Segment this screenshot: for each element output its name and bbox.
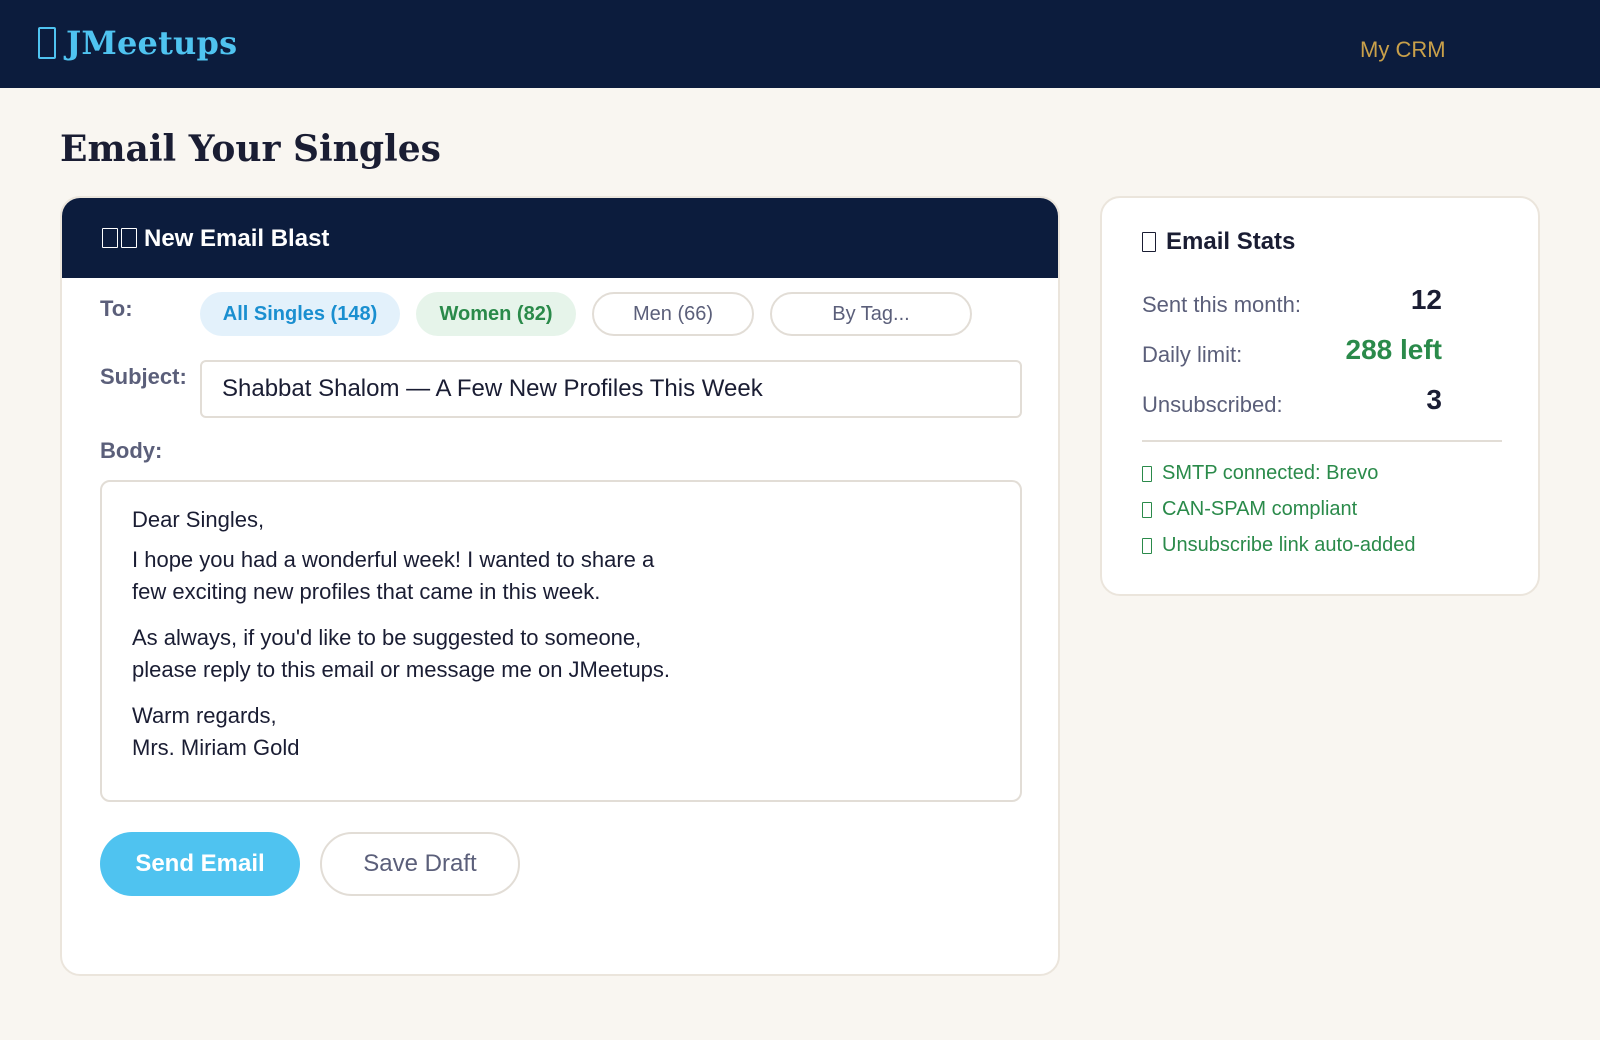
body-label: Body: <box>100 438 163 463</box>
brand-name: JMeetups <box>66 24 238 62</box>
stat-value: 288 left <box>1345 334 1443 365</box>
chart-icon <box>1142 232 1156 252</box>
recipient-chip-men[interactable]: Men (66) <box>592 292 754 336</box>
compose-card-header: New Email Blast <box>62 198 1058 278</box>
stats-divider <box>1142 440 1502 442</box>
nav-link-my-crm[interactable]: My CRM <box>1360 37 1446 63</box>
stats-title-text: Email Stats <box>1166 228 1296 255</box>
email-stats-card: Email Stats Sent this month: 12 Daily li… <box>1100 196 1540 596</box>
body-signoff: Warm regards, Mrs. Miriam Gold <box>132 700 990 764</box>
save-draft-button[interactable]: Save Draft <box>320 832 520 896</box>
stat-value: 12 <box>1410 284 1442 315</box>
page-title: Email Your Singles <box>60 128 441 170</box>
subject-label: Subject: <box>100 364 187 389</box>
check-icon <box>1142 501 1152 518</box>
stats-title: Email Stats <box>1142 228 1295 256</box>
body-greeting: Dear Singles, <box>132 507 265 532</box>
status-can-spam: CAN-SPAM compliant <box>1142 498 1357 521</box>
body-signature: Mrs. Miriam Gold <box>132 735 300 760</box>
stat-value: 3 <box>1426 384 1442 415</box>
stat-label: Unsubscribed: <box>1142 392 1283 417</box>
brand-logo[interactable]: JMeetups <box>38 24 237 62</box>
body-textarea[interactable]: Dear Singles, I hope you had a wonderful… <box>100 480 1022 802</box>
check-icon <box>1142 537 1152 554</box>
body-paragraph-2: As always, if you'd like to be suggested… <box>132 622 990 686</box>
stat-row-sent: Sent this month: 12 <box>1142 282 1442 322</box>
stat-label: Sent this month: <box>1142 292 1301 317</box>
stat-row-daily-limit: Daily limit: 288 left <box>1142 332 1442 372</box>
recipient-chip-women[interactable]: Women (82) <box>416 292 576 336</box>
stat-label: Daily limit: <box>1142 342 1243 367</box>
subject-input[interactable] <box>200 360 1022 418</box>
top-navbar: JMeetups My CRM <box>0 0 1600 88</box>
book-icon <box>38 27 56 59</box>
recipient-chip-all-singles[interactable]: All Singles (148) <box>200 292 400 336</box>
status-text: Unsubscribe link auto-added <box>1162 534 1416 556</box>
send-email-button[interactable]: Send Email <box>100 832 300 896</box>
body-line: I hope you had a wonderful week! I wante… <box>132 547 655 572</box>
stat-row-unsubscribed: Unsubscribed: 3 <box>1142 382 1442 422</box>
status-text: CAN-SPAM compliant <box>1162 498 1358 520</box>
to-label: To: <box>100 296 133 321</box>
body-closing: Warm regards, <box>132 703 277 728</box>
recipient-chip-by-tag[interactable]: By Tag... <box>770 292 972 336</box>
body-line: As always, if you'd like to be suggested… <box>132 625 642 650</box>
compose-card: New Email Blast To: All Singles (148) Wo… <box>60 196 1060 976</box>
body-paragraph-1: I hope you had a wonderful week! I wante… <box>132 544 990 608</box>
status-text: SMTP connected: Brevo <box>1162 462 1379 484</box>
check-icon <box>1142 465 1152 482</box>
status-unsubscribe-link: Unsubscribe link auto-added <box>1142 534 1416 557</box>
compose-card-title: New Email Blast <box>144 225 330 252</box>
body-line: please reply to this email or message me… <box>132 657 671 682</box>
body-line: few exciting new profiles that came in t… <box>132 579 601 604</box>
status-smtp: SMTP connected: Brevo <box>1142 462 1378 485</box>
envelope-icon <box>102 228 137 248</box>
